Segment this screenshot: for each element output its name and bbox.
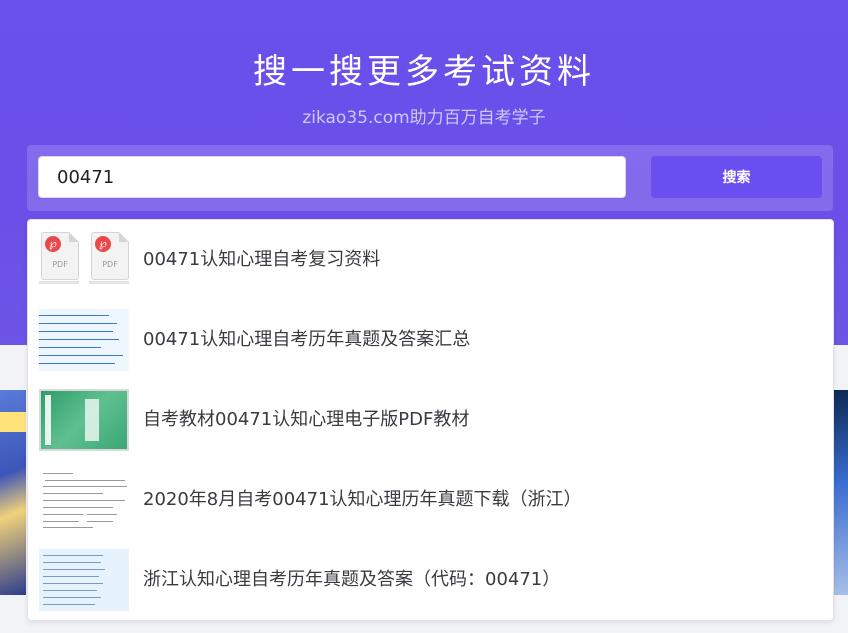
file-list-thumbnail (39, 309, 129, 371)
suggestion-label: 2020年8月自考00471认知心理历年真题下载（浙江） (143, 489, 582, 510)
search-bar: 搜索 (27, 145, 833, 211)
textbook-cover-thumbnail (39, 389, 129, 451)
search-input[interactable] (38, 156, 626, 198)
suggestion-label: 浙江认知心理自考历年真题及答案（代码：00471） (143, 569, 561, 590)
suggestion-label: 自考教材00471认知心理电子版PDF教材 (143, 409, 470, 430)
answer-list-thumbnail (39, 549, 129, 611)
pdf-files-thumbnail: ℘ PDF ℘ PDF (39, 229, 129, 291)
exam-paper-thumbnail (39, 469, 129, 531)
suggestion-item[interactable]: 2020年8月自考00471认知心理历年真题下载（浙江） (28, 460, 833, 540)
suggestion-item[interactable]: 自考教材00471认知心理电子版PDF教材 (28, 380, 833, 460)
banner-image-right[interactable] (832, 390, 848, 595)
suggestion-item[interactable]: 00471认知心理自考历年真题及答案汇总 (28, 300, 833, 380)
file-caption (89, 281, 129, 284)
page-subtitle: zikao35.com助力百万自考学子 (302, 108, 546, 128)
pdf-icon-label: PDF (102, 260, 118, 269)
file-caption (39, 281, 79, 284)
suggestion-label: 00471认知心理自考历年真题及答案汇总 (143, 329, 471, 350)
pdf-icon-label: PDF (52, 260, 68, 269)
pdf-logo-icon: ℘ (45, 236, 61, 252)
suggestion-item[interactable]: 浙江认知心理自考历年真题及答案（代码：00471） (28, 540, 833, 620)
suggestion-dropdown: ℘ PDF ℘ PDF 00471认知心理自考复习资料 00471认知心理自考历… (27, 219, 834, 621)
suggestion-item[interactable]: ℘ PDF ℘ PDF 00471认知心理自考复习资料 (28, 220, 833, 300)
pdf-file-icon: ℘ PDF (41, 232, 79, 280)
pdf-file-icon: ℘ PDF (91, 232, 129, 280)
banner-image-left[interactable] (0, 390, 26, 595)
banner-tag (0, 412, 26, 432)
pdf-logo-icon: ℘ (95, 236, 111, 252)
book-cover (41, 391, 127, 449)
page-title: 搜一搜更多考试资料 (253, 52, 595, 92)
suggestion-label: 00471认知心理自考复习资料 (143, 249, 381, 270)
search-button[interactable]: 搜索 (651, 156, 822, 198)
